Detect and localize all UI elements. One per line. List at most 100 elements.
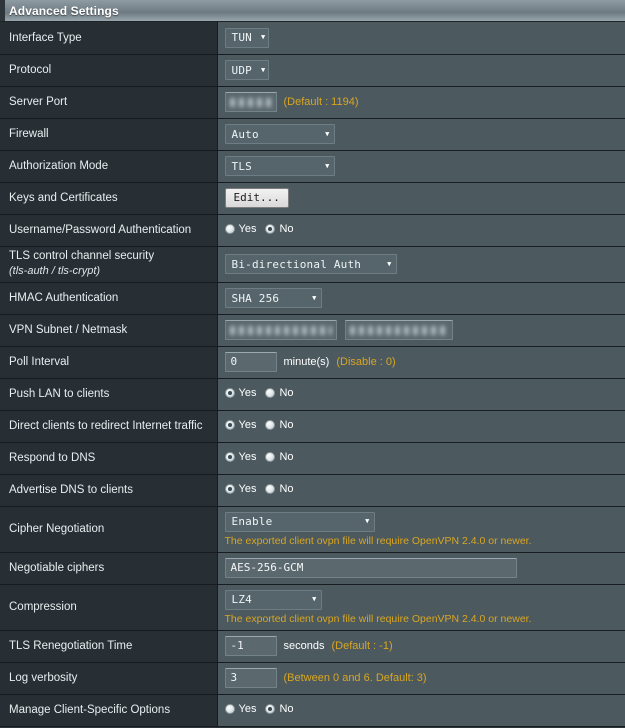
label-cell-manage-client-specific-options: Manage Client-Specific Options (0, 694, 218, 727)
value-cell-protocol: UDP ▼ (217, 54, 625, 87)
select-firewall-value: Auto (231, 127, 259, 141)
settings-row-advertise-dns-to-clients: Advertise DNS to clients Yes No (0, 474, 625, 507)
row-label-hmac-authentication: HMAC Authentication (9, 291, 119, 304)
settings-row-firewall: Firewall Auto ▼ (0, 118, 625, 151)
select-authorization-mode[interactable]: TLS ▼ (224, 156, 335, 176)
radio-group-respond-to-dns: Yes No (224, 451, 294, 463)
input-vpn-netmask[interactable] (344, 320, 453, 340)
radio-label-yes: Yes (238, 483, 257, 495)
settings-row-manage-client-specific-options: Manage Client-Specific Options Yes No (0, 694, 625, 727)
row-label-cipher-negotiation: Cipher Negotiation (9, 522, 105, 535)
label-cell-username-password-authentication: Username/Password Authentication (0, 214, 218, 247)
radio-group-direct-clients-to-redirect-internet-traffic: Yes No (224, 419, 294, 431)
radio-advertise-dns-to-clients-yes[interactable]: Yes (224, 483, 257, 495)
select-tls-control-channel-security[interactable]: Bi-directional Auth ▼ (224, 254, 397, 274)
input-negotiable-ciphers[interactable]: AES-256-GCM (224, 558, 517, 578)
row-label-direct-clients-to-redirect-internet-traffic: Direct clients to redirect Internet traf… (9, 419, 203, 432)
radio-label-yes: Yes (238, 223, 257, 235)
row-label-poll-interval: Poll Interval (9, 355, 70, 368)
label-cell-cipher-negotiation: Cipher Negotiation (0, 506, 218, 553)
radio-label-no: No (279, 483, 294, 495)
label-cell-poll-interval: Poll Interval (0, 346, 218, 379)
radio-direct-clients-to-redirect-internet-traffic-yes[interactable]: Yes (224, 419, 256, 431)
label-cell-vpn-subnet-netmask: VPN Subnet / Netmask (0, 314, 218, 347)
value-cell-tls-renegotiation-time: -1 seconds (Default : -1) (217, 630, 625, 663)
select-protocol[interactable]: UDP ▼ (224, 60, 269, 80)
settings-row-vpn-subnet-netmask: VPN Subnet / Netmask (0, 314, 625, 347)
settings-row-compression: Compression LZ4 ▼ The exported client ovpn … (0, 584, 625, 631)
select-tls-control-channel-security-value: Bi-directional Auth (231, 257, 362, 271)
chevron-down-icon: ▼ (365, 517, 370, 525)
input-log-verbosity[interactable]: 3 (224, 668, 277, 688)
warning-text-compression: The exported client ovpn file will requi… (224, 612, 532, 625)
settings-row-tls-renegotiation-time: TLS Renegotiation Time -1 seconds (Default … (0, 630, 625, 663)
value-cell-manage-client-specific-options: Yes No (217, 694, 625, 727)
radio-respond-to-dns-no[interactable]: No (265, 451, 294, 463)
value-cell-tls-control-channel-security: Bi-directional Auth ▼ (217, 246, 625, 283)
select-hmac-authentication-value: SHA 256 (231, 291, 280, 305)
radio-manage-client-specific-options-yes[interactable]: Yes (224, 703, 256, 715)
radio-dot-icon (265, 452, 276, 462)
settings-row-direct-clients-to-redirect-internet-traffic: Direct clients to redirect Internet traf… (0, 410, 625, 443)
row-label-advertise-dns-to-clients: Advertise DNS to clients (9, 483, 133, 496)
radio-group-manage-client-specific-options: Yes No (224, 703, 294, 715)
input-poll-interval[interactable]: 0 (224, 352, 277, 372)
radio-manage-client-specific-options-no[interactable]: No (265, 703, 294, 715)
radio-respond-to-dns-yes[interactable]: Yes (224, 451, 257, 463)
select-firewall[interactable]: Auto ▼ (224, 124, 335, 144)
value-cell-firewall: Auto ▼ (217, 118, 625, 151)
select-cipher-negotiation[interactable]: Enable ▼ (224, 511, 375, 532)
row-label-tls-control-channel-security: TLS control channel security (9, 250, 155, 263)
chevron-down-icon: ▼ (260, 65, 266, 74)
value-cell-vpn-subnet-netmask (217, 314, 625, 347)
radio-dot-icon (265, 224, 276, 234)
input-vpn-subnet[interactable] (224, 320, 337, 340)
value-cell-server-port: (Default : 1194) (217, 86, 625, 119)
label-cell-protocol: Protocol (0, 54, 218, 87)
row-label-interface-type: Interface Type (9, 31, 82, 44)
radio-dot-icon (265, 420, 276, 430)
select-hmac-authentication[interactable]: SHA 256 ▼ (224, 288, 322, 308)
select-protocol-value: UDP (231, 63, 252, 77)
select-compression[interactable]: LZ4 ▼ (224, 589, 322, 610)
chevron-down-icon: ▼ (387, 259, 392, 268)
input-tls-renegotiation-time[interactable]: -1 (224, 636, 277, 656)
radio-label-no: No (279, 703, 294, 715)
radio-label-no: No (279, 223, 294, 235)
settings-row-poll-interval: Poll Interval 0 minute(s) (Disable : 0) (0, 346, 625, 379)
radio-direct-clients-to-redirect-internet-traffic-no[interactable]: No (265, 419, 294, 431)
radio-username-password-authentication-no[interactable]: No (265, 223, 294, 235)
radio-advertise-dns-to-clients-no[interactable]: No (265, 483, 294, 495)
radio-group-push-lan-to-clients: Yes No (224, 387, 294, 399)
panel-title: Advanced Settings (9, 3, 119, 18)
row-label-compression: Compression (9, 600, 77, 613)
row-label-server-port: Server Port (9, 95, 68, 108)
settings-row-protocol: Protocol UDP ▼ (0, 54, 625, 87)
row-label-manage-client-specific-options: Manage Client-Specific Options (9, 703, 171, 716)
label-cell-keys-and-certificates: Keys and Certificates (0, 182, 218, 215)
value-cell-cipher-negotiation: Enable ▼ The exported client ovpn file wil… (217, 506, 625, 553)
label-cell-log-verbosity: Log verbosity (0, 662, 218, 695)
input-server-port[interactable] (224, 92, 277, 112)
radio-username-password-authentication-yes[interactable]: Yes (224, 223, 257, 235)
settings-row-server-port: Server Port (Default : 1194) (0, 86, 625, 119)
label-cell-interface-type: Interface Type (0, 22, 218, 55)
label-cell-compression: Compression (0, 584, 218, 631)
value-cell-respond-to-dns: Yes No (217, 442, 625, 475)
settings-table: Interface Type TUN ▼ Protocol UDP ▼ Server Por… (0, 22, 625, 727)
chevron-down-icon: ▼ (312, 595, 317, 603)
label-cell-push-lan-to-clients: Push LAN to clients (0, 378, 218, 411)
edit-button-keys-and-certificates[interactable]: Edit... (224, 188, 289, 208)
settings-row-log-verbosity: Log verbosity 3 (Between 0 and 6. Default:… (0, 662, 625, 695)
label-cell-tls-control-channel-security: TLS control channel security (tls-auth / … (0, 246, 218, 283)
radio-group-username-password-authentication: Yes No (224, 223, 294, 235)
value-cell-keys-and-certificates: Edit... (217, 182, 625, 215)
select-interface-type[interactable]: TUN ▼ (224, 27, 269, 48)
value-cell-username-password-authentication: Yes No (217, 214, 625, 247)
label-cell-firewall: Firewall (0, 118, 218, 151)
settings-row-interface-type: Interface Type TUN ▼ (0, 22, 625, 55)
radio-push-lan-to-clients-no[interactable]: No (265, 387, 294, 399)
radio-label-yes: Yes (238, 451, 257, 463)
value-cell-advertise-dns-to-clients: Yes No (217, 474, 625, 507)
radio-push-lan-to-clients-yes[interactable]: Yes (224, 387, 256, 399)
